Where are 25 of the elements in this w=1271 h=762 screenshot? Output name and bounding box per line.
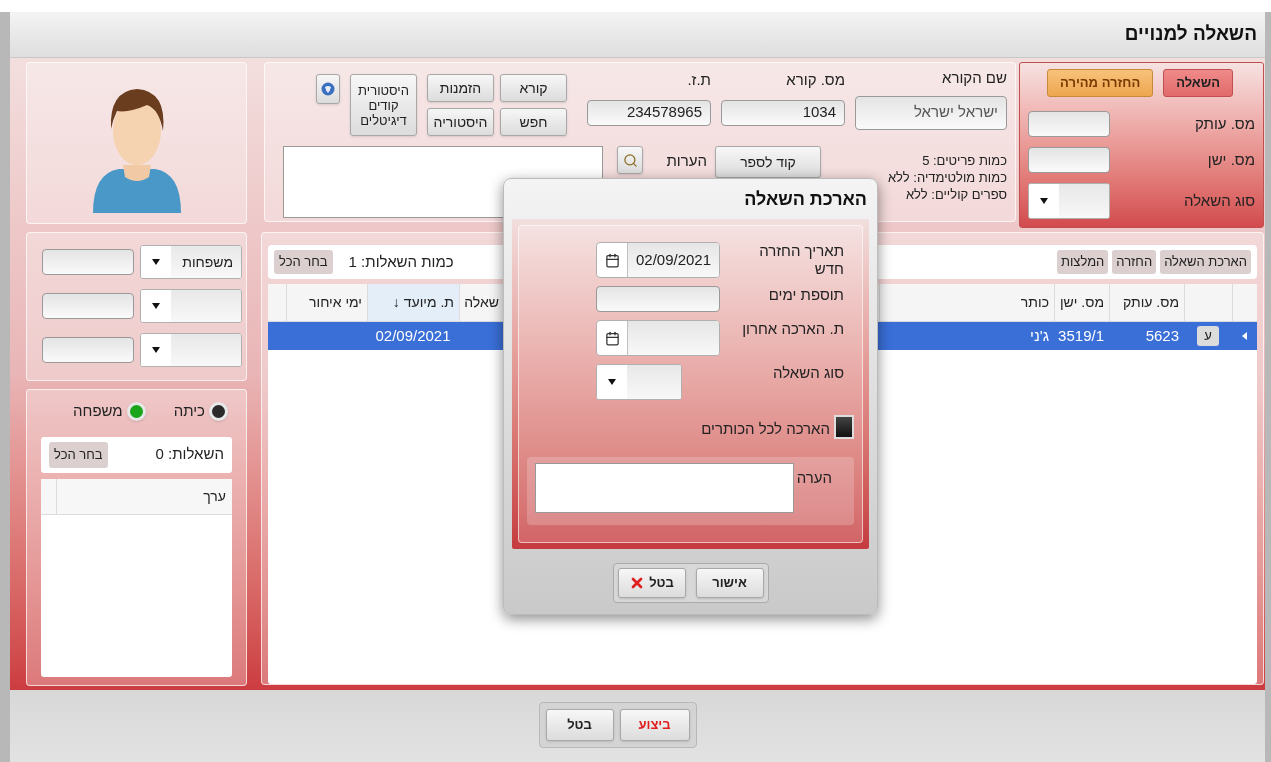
info-text: כמות פריטים: 5 bbox=[921, 152, 1007, 169]
radio-label: כיתה bbox=[173, 401, 205, 421]
table-cell-text: ג'ני bbox=[1030, 325, 1049, 346]
field-label: שם הקורא bbox=[942, 68, 1007, 88]
field-label: מס. קורא bbox=[786, 70, 845, 90]
table-cell-text: 02/09/2021 bbox=[375, 325, 451, 346]
notes-label: הערות bbox=[665, 151, 707, 171]
field-label: תאריך החזרה חדש bbox=[758, 242, 844, 278]
radio-label: משפחה bbox=[73, 401, 123, 421]
field-label: מס. ישן bbox=[1206, 149, 1255, 170]
dialog-title: הארכת השאלה bbox=[744, 187, 867, 211]
info-text: כמות מולטימדיה: ללא bbox=[886, 169, 1007, 186]
table-cell-text: 5623 bbox=[1145, 325, 1179, 346]
field-label: תוספת ימים bbox=[767, 286, 844, 304]
field-label: ת. הארכה אחרון bbox=[741, 320, 844, 338]
table-cell-text: 3519/1 bbox=[1058, 325, 1104, 346]
field-label: מס. עותק bbox=[1194, 113, 1255, 134]
checkbox-label: הארכה לכל הכותרים bbox=[701, 419, 830, 439]
field-label: ת.ז. bbox=[687, 70, 711, 90]
loan-count: השאלות: 0 bbox=[155, 444, 224, 465]
window-title: השאלה למנויים bbox=[1124, 22, 1257, 47]
field-label: סוג השאלה bbox=[1183, 190, 1255, 211]
loan-count: כמות השאלות: 1 bbox=[348, 251, 454, 272]
field-label: הערה bbox=[796, 467, 833, 488]
field-label: סוג השאלה bbox=[772, 364, 844, 382]
